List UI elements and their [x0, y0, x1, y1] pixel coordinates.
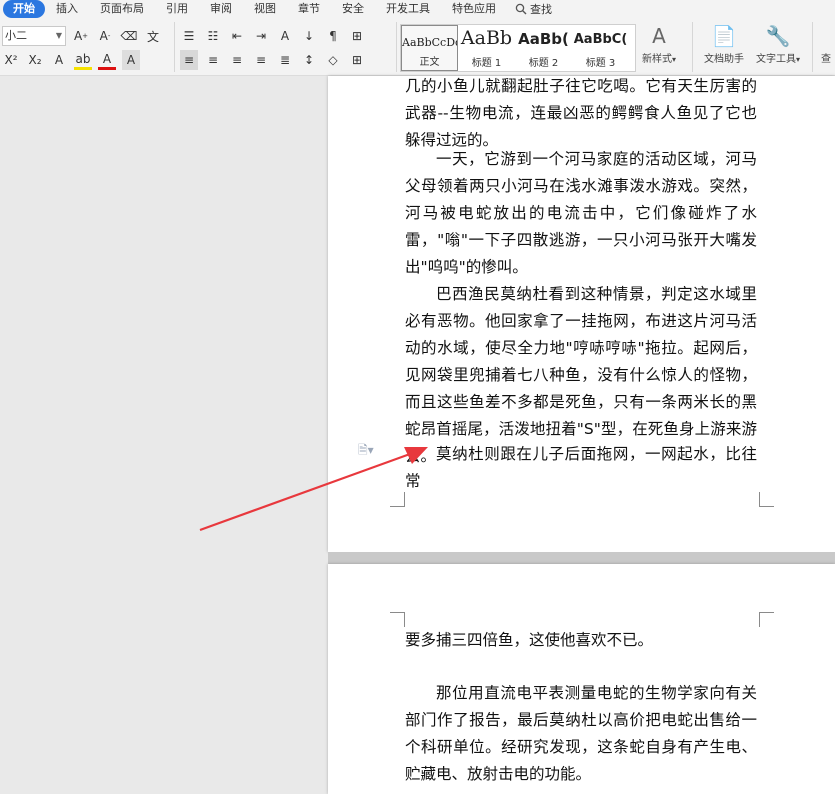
divider: [396, 22, 397, 72]
grow-font-icon[interactable]: A +: [72, 26, 90, 46]
subscript-icon[interactable]: X₂: [26, 50, 44, 70]
page1-paragraph-1: 几的小鱼儿就翻起肚子往它吃喝。它有天生厉害的武器--生物电流，连最凶恶的鳄鳄食人…: [405, 77, 757, 149]
new-style-icon: A: [652, 24, 666, 48]
text-tools-button[interactable]: 🔧 文字工具▾: [756, 24, 800, 65]
divider: [692, 22, 693, 72]
text-effect-icon[interactable]: A: [50, 50, 68, 70]
page1-paragraph-4: 莫纳杜则跟在儿子后面拖网，一网起水，比往常: [405, 445, 757, 490]
new-style-label: 新样式: [642, 54, 672, 65]
style-heading-3[interactable]: AaBbC( 标题 3: [572, 25, 629, 71]
chinese-layout-icon[interactable]: A: [276, 26, 294, 46]
document-page-2[interactable]: 要多捕三四倍鱼，这使他喜欢不已。 那位用直流电平表测量电蛇的生物学家向有关部门作…: [328, 564, 835, 794]
menu-home[interactable]: 开始: [3, 0, 45, 18]
page-corner-mark: [759, 492, 774, 507]
show-marks-icon[interactable]: ¶: [324, 26, 342, 46]
line-spacing-icon[interactable]: ↕: [300, 50, 318, 70]
superscript-icon[interactable]: X²: [2, 50, 20, 70]
wrench-icon: 🔧: [765, 24, 791, 48]
page-corner-mark: [390, 612, 405, 627]
find-label: 查: [821, 54, 831, 65]
doc-assistant-button[interactable]: 📄 文档助手: [704, 24, 744, 65]
align-left-icon[interactable]: ≡: [180, 50, 198, 70]
paragraph-layout-icon[interactable]: 🗎▾: [358, 441, 374, 462]
menu-page-layout[interactable]: 页面布局: [89, 0, 155, 18]
distribute-icon[interactable]: ≣: [276, 50, 294, 70]
style-sample: AaBbC(: [573, 32, 628, 47]
menu-bar: 开始 插入 页面布局 引用 审阅 视图 章节 安全 开发工具 特色应用 查找: [0, 0, 835, 18]
menu-references[interactable]: 引用: [155, 0, 199, 18]
shading-icon[interactable]: ◇: [324, 50, 342, 70]
menu-special[interactable]: 特色应用: [441, 0, 507, 18]
chevron-down-icon: ▼: [55, 31, 62, 40]
doc-assistant-icon: 📄: [711, 24, 737, 48]
divider: [174, 22, 175, 72]
search-button[interactable]: 查找: [507, 1, 560, 17]
font-color-icon[interactable]: A: [98, 50, 116, 70]
page2-paragraph-1: 要多捕三四倍鱼，这使他喜欢不已。: [405, 631, 654, 649]
menu-review[interactable]: 审阅: [199, 0, 243, 18]
new-style-button[interactable]: A 新样式▾: [642, 24, 676, 65]
font-size-select[interactable]: 小二 ▼: [2, 26, 66, 46]
page-gap: [328, 552, 835, 564]
numbered-list-icon[interactable]: ☷: [204, 26, 222, 46]
decrease-indent-icon[interactable]: ⇤: [228, 26, 246, 46]
char-shading-icon[interactable]: A: [122, 50, 140, 70]
menu-section[interactable]: 章节: [287, 0, 331, 18]
bullet-list-icon[interactable]: ☰: [180, 26, 198, 46]
highlight-icon[interactable]: ab: [74, 50, 92, 70]
style-heading-2[interactable]: AaBb( 标题 2: [515, 25, 572, 71]
clear-format-icon[interactable]: ⌫: [120, 26, 138, 46]
menu-developer[interactable]: 开发工具: [375, 0, 441, 18]
page-corner-mark: [759, 612, 774, 627]
style-heading-1[interactable]: AaBb 标题 1: [458, 25, 515, 71]
style-label: 标题 1: [471, 58, 502, 69]
menu-security[interactable]: 安全: [331, 0, 375, 18]
align-center-icon[interactable]: ≡: [204, 50, 222, 70]
doc-assistant-label: 文档助手: [704, 54, 744, 65]
text-tools-label: 文字工具: [756, 54, 796, 65]
style-label: 正文: [419, 57, 440, 68]
style-label: 标题 3: [585, 58, 616, 69]
page2-paragraph-2: 那位用直流电平表测量电蛇的生物学家向有关部门作了报告，最后莫纳杜以高价把电蛇出售…: [405, 684, 757, 783]
page1-paragraph-2: 一天，它游到一个河马家庭的活动区域，河马父母领着两只小河马在浅水滩事泼水游戏。突…: [405, 150, 757, 276]
align-right-icon[interactable]: ≡: [228, 50, 246, 70]
style-label: 标题 2: [528, 58, 559, 69]
shrink-font-icon[interactable]: A-: [96, 26, 114, 46]
style-sample: AaBb: [460, 27, 513, 49]
style-normal[interactable]: AaBbCcDd 正文: [401, 25, 458, 71]
style-sample: AaBbCcDd: [402, 36, 457, 49]
find-button[interactable]: 查: [821, 50, 831, 65]
phonetic-guide-icon[interactable]: 文: [144, 26, 162, 46]
justify-icon[interactable]: ≡: [252, 50, 270, 70]
style-sample: AaBb(: [518, 30, 569, 48]
sort-icon[interactable]: ↓: [300, 26, 318, 46]
ribbon-toolbar: 小二 ▼ A + A- ⌫ 文 X² X₂ A ab A A ☰ ☷ ⇤ ⇥ A …: [0, 18, 835, 76]
divider: [812, 22, 813, 72]
increase-indent-icon[interactable]: ⇥: [252, 26, 270, 46]
style-gallery: AaBbCcDd 正文 AaBb 标题 1 AaBb( 标题 2 AaBbC( …: [400, 24, 636, 72]
document-page-1[interactable]: 几的小鱼儿就翻起肚子往它吃喝。它有天生厉害的武器--生物电流，连最凶恶的鳄鳄食人…: [328, 76, 835, 552]
page-corner-mark: [390, 492, 405, 507]
font-size-value: 小二: [5, 29, 27, 42]
search-icon: [515, 3, 527, 15]
menu-view[interactable]: 视图: [243, 0, 287, 18]
borders-icon[interactable]: ⊞: [348, 50, 366, 70]
search-label: 查找: [530, 3, 552, 16]
table-border-icon[interactable]: ⊞: [348, 26, 366, 46]
menu-insert[interactable]: 插入: [45, 0, 89, 18]
